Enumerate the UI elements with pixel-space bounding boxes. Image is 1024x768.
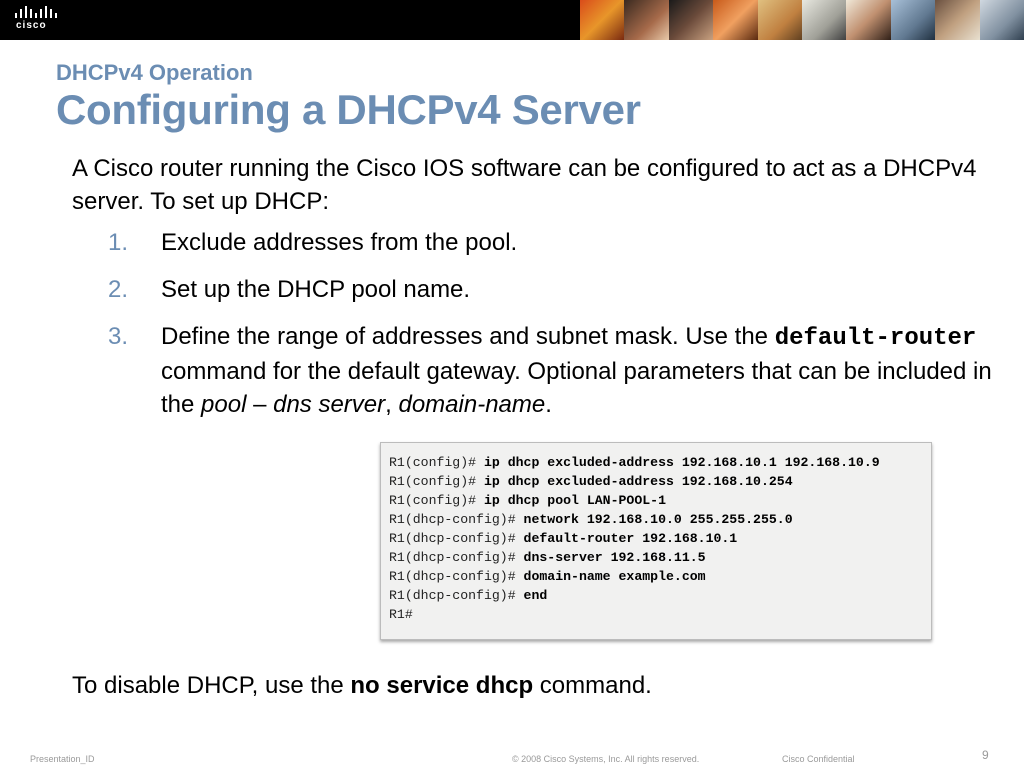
step-text-part: Define the range of addresses and subnet… <box>161 323 775 350</box>
step-text-part: . <box>545 391 552 418</box>
cli-prompt: R1(config)# <box>389 493 484 508</box>
cli-command: ip dhcp excluded-address 192.168.10.254 <box>483 474 793 489</box>
logo-wordmark: cisco <box>16 20 47 31</box>
inline-command: default-router <box>774 325 977 352</box>
cli-line: R1(dhcp-config)# network 192.168.10.0 25… <box>389 510 931 529</box>
photo-tile <box>580 0 625 40</box>
cli-line: R1(dhcp-config)# domain-name example.com <box>389 567 931 586</box>
photo-tile <box>890 0 936 40</box>
photo-tile <box>846 0 891 40</box>
cli-prompt: R1(config)# <box>389 474 484 489</box>
cisco-logo: cisco <box>14 6 58 34</box>
cli-command: end <box>523 588 548 603</box>
step-text-part: – <box>246 391 274 418</box>
italic-term: domain-name <box>398 391 546 418</box>
closing-text: command. <box>533 672 652 699</box>
cli-command: dns-server 192.168.11.5 <box>523 550 706 565</box>
footer-confidential: Cisco Confidential <box>782 754 855 764</box>
cli-command: domain-name example.com <box>523 569 706 584</box>
list-item: 3. Define the range of addresses and sub… <box>72 320 992 421</box>
cli-command: network 192.168.10.0 255.255.255.0 <box>523 512 793 527</box>
step-number: 2. <box>108 276 129 303</box>
cli-prompt: R1(config)# <box>389 455 484 470</box>
slide-title: Configuring a DHCPv4 Server <box>56 86 641 133</box>
step-text-part: , <box>385 391 399 418</box>
footer-copyright: © 2008 Cisco Systems, Inc. All rights re… <box>512 754 700 764</box>
cli-line: R1(config)# ip dhcp excluded-address 192… <box>389 453 931 472</box>
step-number: 1. <box>108 229 129 256</box>
list-item: 1. Exclude addresses from the pool. <box>72 226 992 259</box>
footer-presentation-id: Presentation_ID <box>30 754 95 764</box>
cli-command: ip dhcp excluded-address 192.168.10.1 19… <box>483 455 880 470</box>
cli-line: R1(dhcp-config)# end <box>389 586 931 605</box>
step-text: Set up the DHCP pool name. <box>161 276 471 303</box>
cli-line: R1(dhcp-config)# dns-server 192.168.11.5 <box>389 548 931 567</box>
photo-tile <box>802 0 847 40</box>
cli-prompt: R1# <box>389 607 413 622</box>
intro-paragraph: A Cisco router running the Cisco IOS sof… <box>72 155 977 215</box>
cli-prompt: R1(dhcp-config)# <box>389 512 524 527</box>
page-number: 9 <box>982 748 989 762</box>
cisco-bridge-icon <box>15 6 57 18</box>
step-number: 3. <box>108 323 129 350</box>
photo-tile <box>979 0 1024 40</box>
closing-text: To disable DHCP, use the <box>72 672 351 699</box>
step-text: Define the range of addresses and subnet… <box>161 323 992 418</box>
cli-prompt: R1(dhcp-config)# <box>389 569 524 584</box>
slide-body: A Cisco router running the Cisco IOS sof… <box>72 152 992 435</box>
cli-output-box: R1(config)# ip dhcp excluded-address 192… <box>380 442 932 640</box>
photo-tile <box>757 0 803 40</box>
inline-command: no service dhcp <box>350 672 534 699</box>
cli-prompt: R1(dhcp-config)# <box>389 531 524 546</box>
cli-line: R1(config)# ip dhcp excluded-address 192… <box>389 472 931 491</box>
cli-line: R1(dhcp-config)# default-router 192.168.… <box>389 529 931 548</box>
cli-line: R1# <box>389 605 931 624</box>
closing-paragraph: To disable DHCP, use the no service dhcp… <box>72 669 652 702</box>
photo-tile <box>668 0 714 40</box>
photo-tile <box>713 0 758 40</box>
people-photo-collage-icon <box>580 0 1024 40</box>
cli-line: R1(config)# ip dhcp pool LAN-POOL-1 <box>389 491 931 510</box>
italic-term: pool <box>201 391 247 418</box>
list-item: 2. Set up the DHCP pool name. <box>72 273 992 306</box>
cli-prompt: R1(dhcp-config)# <box>389 550 524 565</box>
step-text: Exclude addresses from the pool. <box>161 229 518 256</box>
photo-tile <box>935 0 980 40</box>
steps-list: 1. Exclude addresses from the pool. 2. S… <box>72 226 992 421</box>
italic-term: dns server <box>273 391 386 418</box>
photo-tile <box>624 0 669 40</box>
cli-command: default-router 192.168.10.1 <box>523 531 738 546</box>
cli-command: ip dhcp pool LAN-POOL-1 <box>483 493 666 508</box>
header-band: cisco <box>0 0 1024 40</box>
section-subtitle: DHCPv4 Operation <box>56 60 253 85</box>
cli-prompt: R1(dhcp-config)# <box>389 588 524 603</box>
